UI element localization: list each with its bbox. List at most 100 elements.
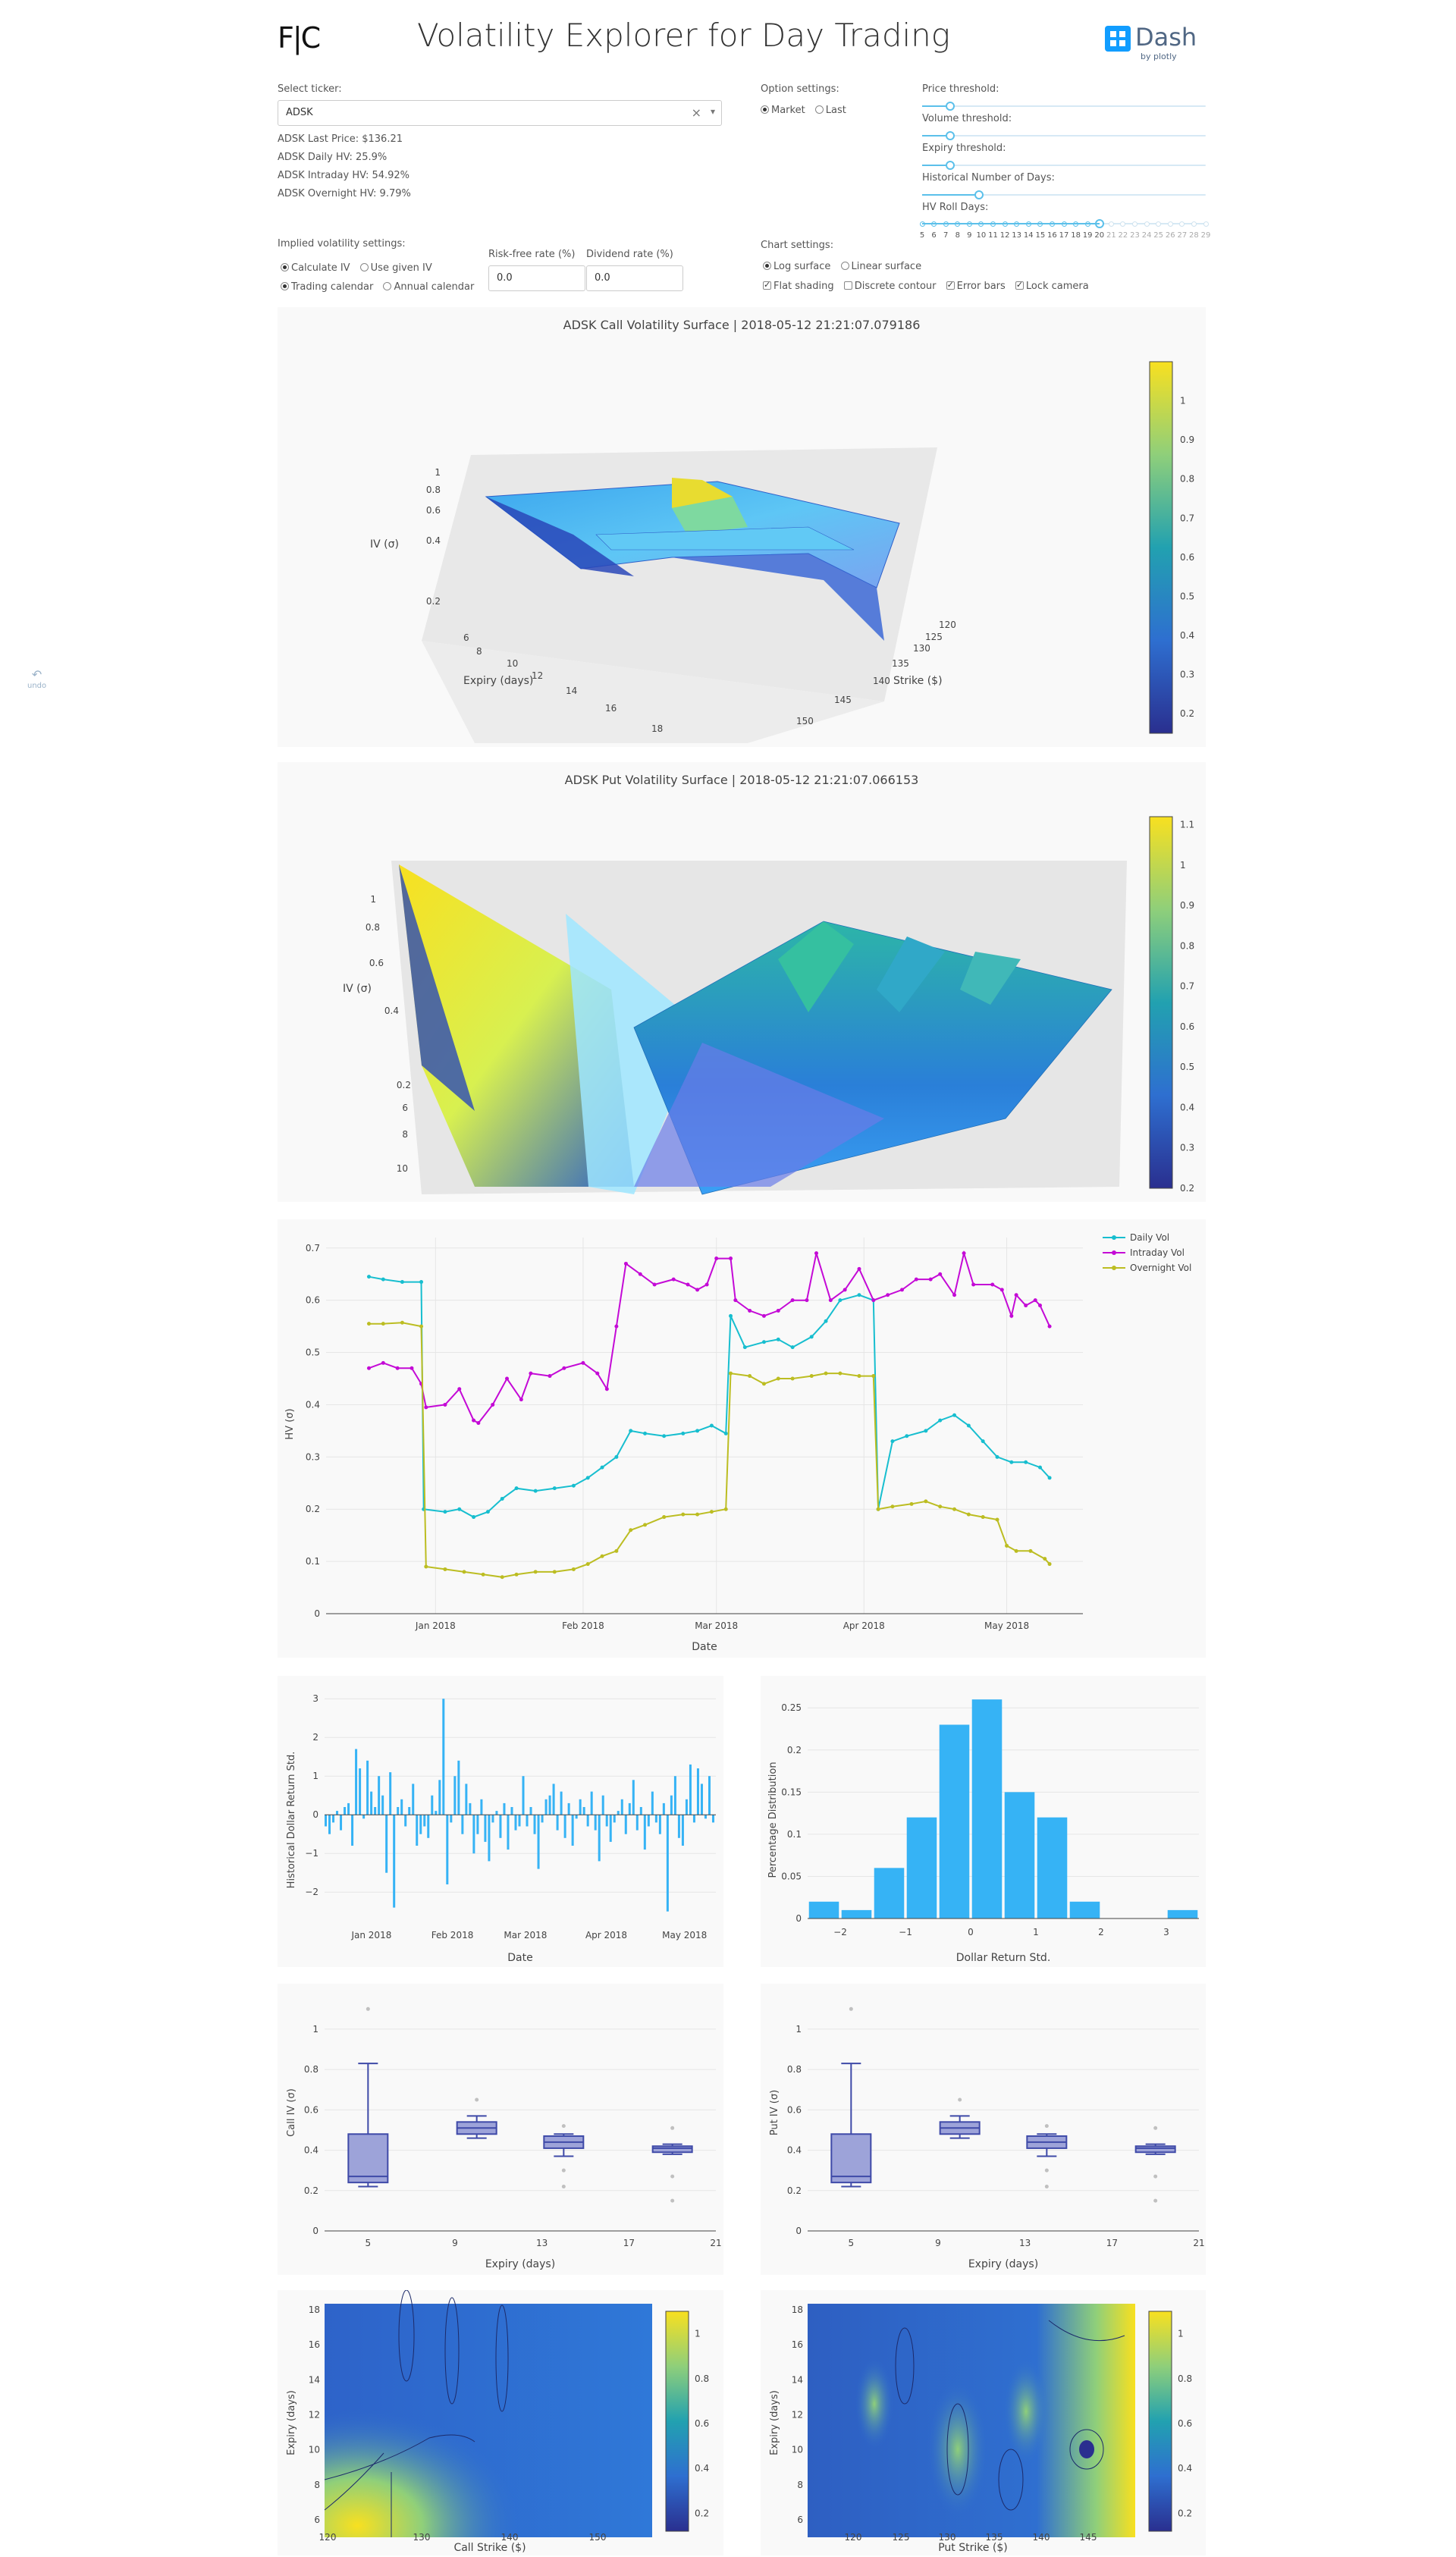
hv-roll-dot[interactable] (1156, 221, 1162, 227)
call-strike-tick: 145 (834, 695, 852, 705)
radio-calculate-iv[interactable]: Calculate IV (281, 262, 350, 274)
return-bar (419, 1815, 422, 1834)
put-heatmap-panel[interactable]: 1 0.8 0.6 0.4 0.2 Expiry (days) Put Strike (… (761, 2290, 1206, 2555)
check-flat-shading[interactable]: Flat shading (763, 280, 834, 292)
radio-linear-surface[interactable]: Linear surface (840, 261, 922, 272)
radio-last[interactable]: Last (814, 105, 846, 116)
hv-point (662, 1515, 667, 1520)
hv-point (876, 1507, 880, 1511)
box-x-tick-label: 9 (935, 2238, 941, 2248)
hv-point (381, 1322, 385, 1326)
legend-marker (1112, 1235, 1116, 1240)
hv-x-axis-label: Date (692, 1641, 717, 1653)
hv-roll-dot[interactable] (1132, 221, 1138, 227)
hv-point (1009, 1313, 1014, 1318)
dividend-input[interactable]: 0.0 (586, 265, 683, 291)
legend-marker (1112, 1250, 1116, 1255)
colorbar-tick-label: 0.9 (1180, 435, 1194, 445)
hv-roll-dot[interactable] (1108, 221, 1114, 227)
hv-point (790, 1345, 795, 1350)
ticker-select[interactable]: ADSK × ▾ (278, 100, 722, 126)
hv-roll-dot[interactable] (1167, 221, 1173, 227)
colorbar-tick-label: 1.1 (1180, 820, 1194, 830)
histogram-bar (1069, 1901, 1100, 1919)
return-bar (446, 1815, 449, 1884)
hv-roll-mark-label: 13 (1012, 231, 1022, 240)
radio-given-iv[interactable]: Use given IV (359, 262, 432, 274)
hv-roll-dot[interactable] (1191, 221, 1197, 227)
radio-log-surface-dot (763, 262, 771, 270)
return-bar (673, 1776, 676, 1815)
historical-days-handle[interactable] (974, 190, 984, 199)
put-box-panel[interactable]: Put IV (σ) Expiry (days) 1 0.8 0.6 0.4 0.2 0 5… (761, 1984, 1206, 2275)
hv-roll-dot[interactable] (1120, 221, 1126, 227)
call-box-y-axis-label: Call IV (σ) (286, 2088, 297, 2137)
clear-icon[interactable]: × (692, 105, 701, 120)
return-y-tick-label: 3 (312, 1693, 318, 1704)
radio-market-dot (761, 105, 769, 114)
chevron-down-icon[interactable]: ▾ (711, 106, 715, 117)
call-surface-svg: IV (σ) 1 0.8 0.6 0.4 0.2 6 8 10 12 14 16… (370, 361, 1194, 743)
hv-point (529, 1371, 533, 1376)
radio-linear-surface-label: Linear surface (851, 261, 922, 272)
put-heatmap-y-axis-label: Expiry (days) (769, 2390, 780, 2455)
return-bar (325, 1815, 328, 1827)
hv-point (814, 1251, 819, 1256)
hv-point (714, 1257, 719, 1261)
hv-point (971, 1282, 976, 1287)
return-bar (378, 1776, 381, 1815)
heatmap-x-tick-label: 150 (589, 2532, 607, 2543)
check-lock-camera[interactable]: Lock camera (1015, 280, 1089, 292)
histogram-panel[interactable]: Percentage Distribution Dollar Return St… (761, 1676, 1206, 1967)
radio-market[interactable]: Market (761, 105, 805, 116)
heatmap-y-tick-label: 8 (314, 2480, 320, 2490)
radio-trading-calendar[interactable]: Trading calendar (281, 281, 373, 293)
check-error-bars[interactable]: Error bars (946, 280, 1006, 292)
put-heatmap-svg: 1 0.8 0.6 0.4 0.2 Expiry (days) Put Strike (… (769, 2304, 1192, 2554)
call-box-panel[interactable]: Call IV (σ) Expiry (days) 1 0.8 0.6 0.4 0.2 0… (278, 1984, 723, 2275)
hv-roll-dot[interactable] (1203, 221, 1209, 227)
volume-threshold-handle[interactable] (946, 131, 955, 140)
expiry-threshold-handle[interactable] (946, 161, 955, 170)
radio-annual-calendar[interactable]: Annual calendar (383, 281, 474, 293)
return-bar (370, 1791, 373, 1815)
colorbar-tick-label: 0.4 (1178, 2463, 1192, 2474)
call-surface-panel[interactable]: ADSK Call Volatility Surface | 2018-05-1… (278, 307, 1206, 747)
call-z-tick: 1 (435, 467, 441, 478)
daily-hv: ADSK Daily HV: 25.9% (278, 152, 388, 163)
hv-point (662, 1434, 667, 1439)
heatmap-x-tick-label: 130 (413, 2532, 431, 2543)
price-threshold-handle[interactable] (946, 102, 955, 111)
undo-icon: ↶ (31, 667, 42, 682)
hv-point (938, 1504, 943, 1509)
call-heatmap-panel[interactable]: 1 0.8 0.6 0.4 0.2 Expiry (days) Call Strike … (278, 2289, 723, 2555)
colorbar-tick-label: 0.6 (695, 2418, 709, 2429)
expiry-threshold-slider[interactable] (922, 165, 1206, 166)
box-outlier (366, 2006, 370, 2011)
volume-threshold-slider[interactable] (922, 135, 1206, 136)
return-bar (366, 1760, 369, 1815)
risk-free-input[interactable]: 0.0 (488, 265, 585, 291)
check-discrete-contour[interactable]: Discrete contour (843, 281, 937, 292)
radio-log-surface[interactable]: Log surface (763, 261, 830, 272)
historical-days-label: Historical Number of Days: (922, 172, 1055, 184)
put-surface-panel[interactable]: ADSK Put Volatility Surface | 2018-05-12… (278, 762, 1206, 1202)
return-chart-panel[interactable]: Historical Dollar Return Std. Date 3 2 1 0 −… (278, 1676, 723, 1967)
call-strike-tick: 130 (913, 643, 930, 654)
price-threshold-slider[interactable] (922, 105, 1206, 107)
heatmap-y-tick-label: 12 (309, 2409, 320, 2420)
return-bar (397, 1807, 400, 1815)
histogram-x-tick-label: 0 (968, 1927, 974, 1937)
hv-point (571, 1483, 576, 1488)
hv-point (995, 1517, 999, 1522)
hv-point (695, 1429, 700, 1433)
hv-point (652, 1282, 657, 1287)
return-bar (435, 1811, 438, 1815)
hv-point (995, 1454, 999, 1459)
chart-checkboxes: Flat shading Discrete contour Error bars… (763, 278, 1095, 292)
return-bar (541, 1815, 544, 1823)
undo-button[interactable]: ↶ undo (27, 667, 46, 690)
hv-roll-dot[interactable] (1179, 221, 1185, 227)
hv-roll-dot[interactable] (1144, 221, 1150, 227)
hv-chart-panel[interactable]: HV (σ) Date 0 0.1 0.2 0.3 0.4 0.5 0.6 0.7 Jan 20… (278, 1219, 1206, 1658)
